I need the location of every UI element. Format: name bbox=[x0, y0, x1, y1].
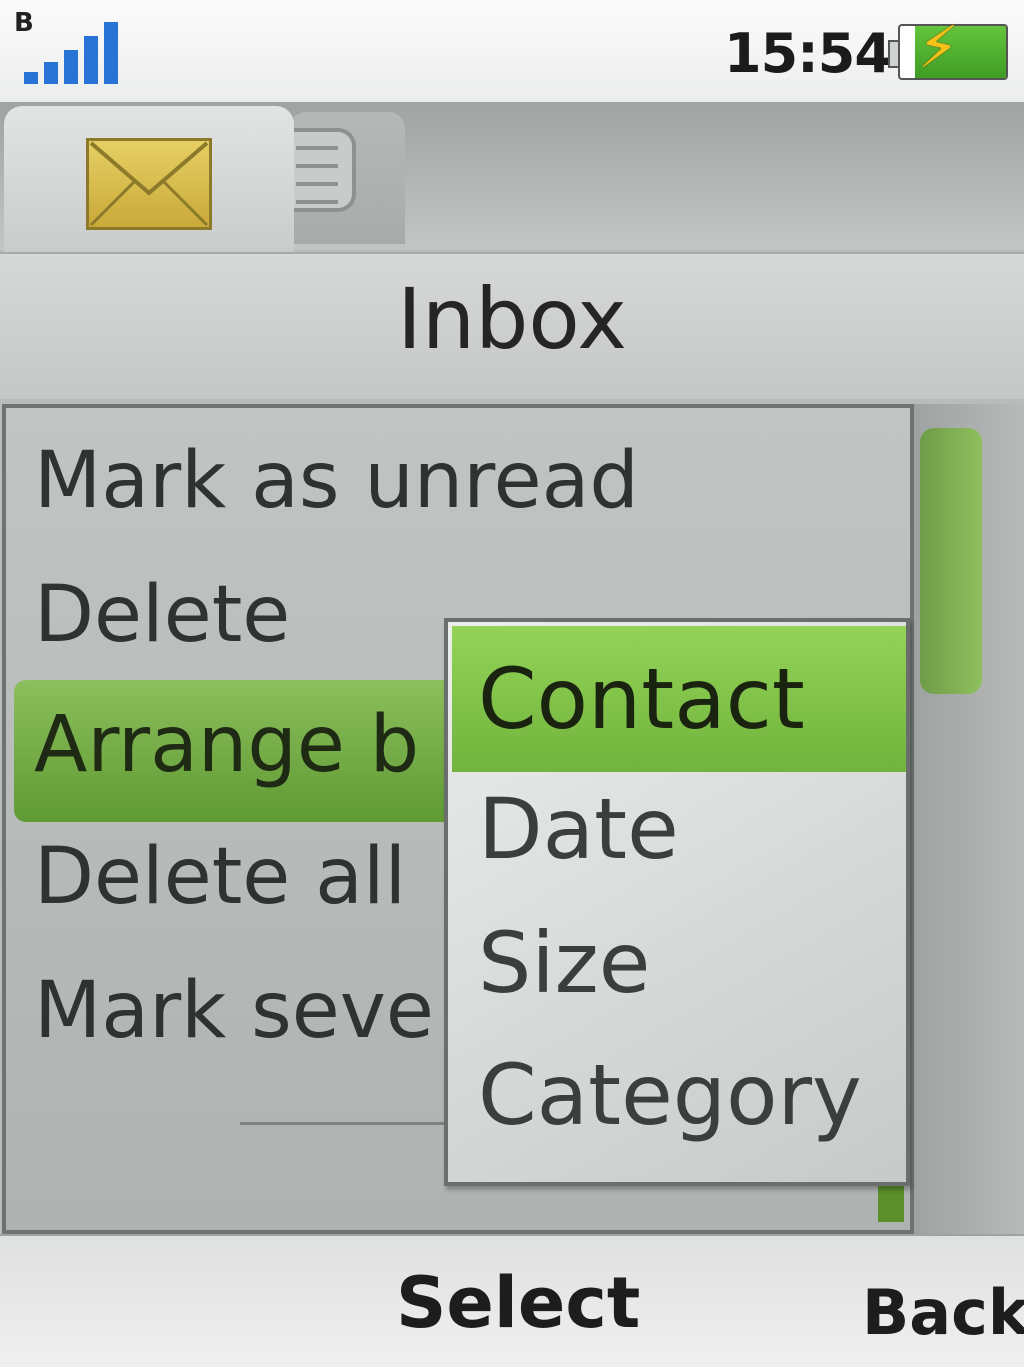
envelope-icon bbox=[86, 138, 212, 230]
page-title: Inbox bbox=[397, 270, 627, 368]
menu-item-delete[interactable]: Delete bbox=[34, 570, 290, 660]
menu-item-mark-several[interactable]: Mark seve bbox=[34, 966, 434, 1056]
menu-item-mark-as-unread[interactable]: Mark as unread bbox=[34, 436, 639, 526]
menu-divider bbox=[240, 1122, 460, 1125]
menu-item-delete-all[interactable]: Delete all bbox=[34, 832, 406, 922]
submenu-item-category[interactable]: Category bbox=[478, 1046, 862, 1144]
submenu-item-size[interactable]: Size bbox=[478, 914, 650, 1012]
battery-charging-icon: ⚡ bbox=[888, 18, 1008, 80]
back-softkey[interactable]: Back bbox=[862, 1276, 1024, 1349]
scrollbar-thumb[interactable] bbox=[920, 428, 982, 694]
note-icon bbox=[290, 128, 356, 212]
submenu-item-contact[interactable]: Contact bbox=[478, 650, 805, 748]
clock: 15:54 bbox=[724, 22, 892, 85]
submenu-item-date[interactable]: Date bbox=[478, 780, 679, 878]
menu-item-arrange-by[interactable]: Arrange b bbox=[34, 700, 419, 790]
signal-strength-icon bbox=[24, 18, 128, 84]
status-bar: B 15:54 ⚡ bbox=[0, 0, 1024, 102]
menu-corner-marker bbox=[878, 1186, 904, 1222]
select-softkey[interactable]: Select bbox=[396, 1262, 640, 1344]
